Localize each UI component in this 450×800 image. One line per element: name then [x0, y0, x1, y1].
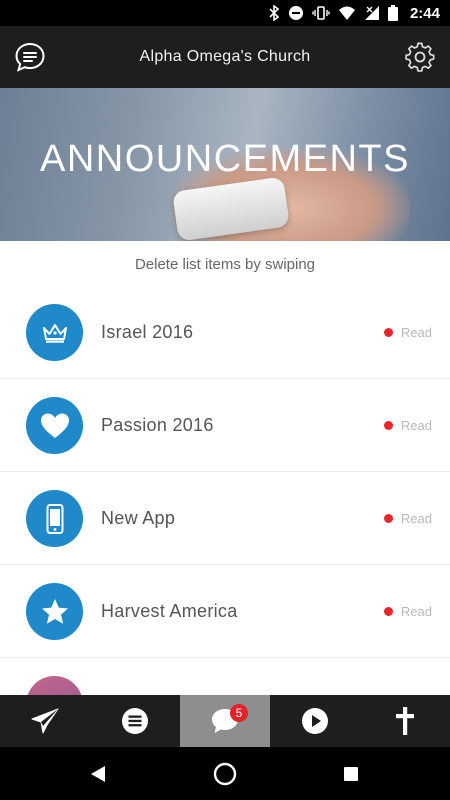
chat-bubble-icon [15, 42, 45, 72]
unread-dot [383, 607, 393, 616]
play-icon [302, 708, 328, 734]
item-title: Israel 2016 [101, 322, 194, 342]
do-not-disturb-icon [288, 6, 303, 20]
system-nav-bar [0, 747, 450, 800]
back-button[interactable] [68, 747, 128, 800]
status-time: 2:44 [409, 4, 440, 22]
tab-faith[interactable] [360, 695, 450, 747]
messages-button[interactable] [13, 40, 47, 74]
unread-count-badge: 5 [230, 704, 248, 722]
swipe-hint: Delete list items by swiping [134, 256, 316, 273]
home-button[interactable] [195, 747, 255, 800]
unread-dot [383, 514, 393, 523]
read-label[interactable]: Read [401, 511, 432, 526]
status-icons: 2:44 [268, 0, 440, 26]
paper-plane-icon [31, 708, 59, 734]
announcement-item[interactable]: Israel 2016 Read [0, 286, 450, 379]
unread-dot [383, 328, 393, 337]
recents-square-icon [344, 766, 358, 781]
star-icon [41, 598, 68, 624]
item-status: Read [383, 286, 432, 379]
bottom-tab-bar: 5 [0, 695, 450, 747]
church-title: Alpha Omega's Church [139, 48, 311, 65]
back-triangle-icon [91, 765, 105, 782]
list-icon [122, 708, 148, 734]
battery-icon [387, 5, 398, 21]
announcements-banner: ANNOUNCEMENTS [0, 88, 450, 241]
announcement-list: Israel 2016 Read Passion 2016 Read New A… [0, 286, 450, 658]
unread-dot [383, 421, 393, 430]
cellular-signal-icon [364, 6, 379, 20]
tab-send[interactable] [0, 695, 90, 747]
announcement-item[interactable]: Harvest America Read [0, 565, 450, 658]
item-avatar [26, 304, 83, 361]
item-avatar [26, 583, 83, 640]
item-status: Read [383, 472, 432, 565]
read-label[interactable]: Read [401, 604, 432, 619]
vibrate-icon [312, 6, 330, 20]
banner-title: ANNOUNCEMENTS [40, 138, 410, 180]
item-avatar [26, 397, 83, 454]
status-bar: 2:44 [0, 0, 450, 26]
recents-button[interactable] [321, 747, 381, 800]
announcement-item[interactable]: New App Read [0, 472, 450, 565]
item-status: Read [383, 379, 432, 472]
read-label[interactable]: Read [401, 325, 432, 340]
item-title: Passion 2016 [101, 415, 214, 435]
item-status: Read [383, 565, 432, 658]
home-circle-icon [213, 762, 237, 785]
item-title: Harvest America [101, 601, 238, 621]
tab-menu[interactable] [90, 695, 180, 747]
read-label[interactable]: Read [401, 418, 432, 433]
cross-icon [396, 707, 414, 735]
bluetooth-icon [269, 5, 280, 21]
wifi-icon [338, 6, 355, 20]
tab-messages[interactable]: 5 [180, 695, 270, 747]
heart-icon [40, 413, 69, 438]
smartphone-icon [46, 503, 63, 534]
item-title: New App [101, 508, 176, 528]
announcement-item[interactable]: Passion 2016 Read [0, 379, 450, 472]
app-header: Alpha Omega's Church [0, 26, 450, 88]
gear-icon [405, 42, 435, 72]
item-avatar [26, 490, 83, 547]
tab-media[interactable] [270, 695, 360, 747]
settings-button[interactable] [403, 40, 437, 74]
crown-icon [42, 323, 67, 343]
